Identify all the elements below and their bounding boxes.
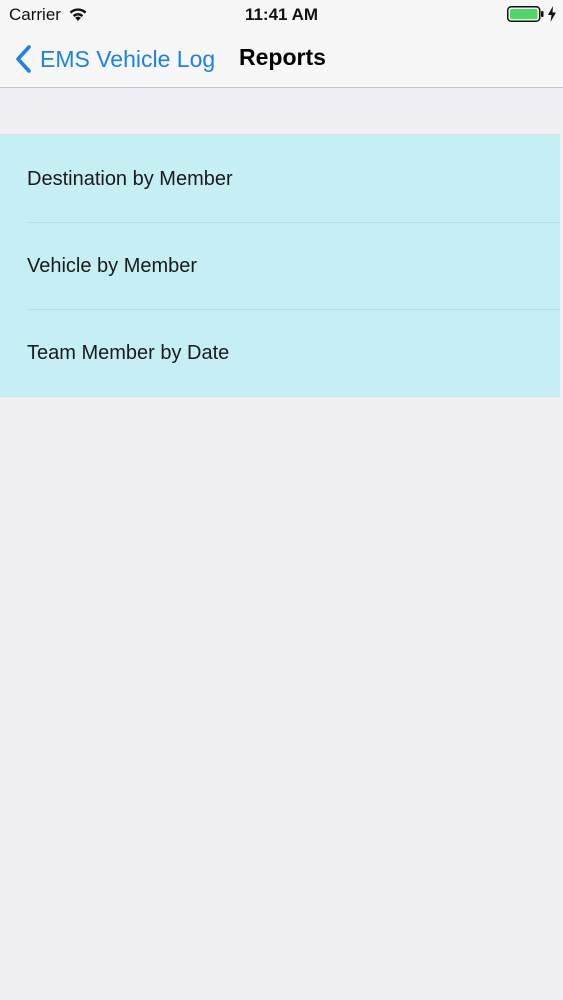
list-item-label: Destination by Member bbox=[27, 168, 233, 190]
back-button-label: EMS Vehicle Log bbox=[40, 45, 216, 72]
list-item-vehicle-by-member[interactable]: Vehicle by Member bbox=[0, 222, 560, 309]
navigation-bar: EMS Vehicle Log Reports bbox=[0, 30, 563, 88]
screen: Carrier 11:41 AM EMS Vehicle Log Reports… bbox=[0, 0, 563, 1000]
chevron-left-icon bbox=[16, 45, 31, 73]
list-item-destination-by-member[interactable]: Destination by Member bbox=[0, 135, 560, 222]
battery-icon bbox=[507, 6, 544, 22]
list-item-team-member-by-date[interactable]: Team Member by Date bbox=[0, 309, 560, 396]
page-title: Reports bbox=[239, 44, 326, 70]
status-bar: Carrier 11:41 AM bbox=[0, 0, 563, 30]
back-button[interactable]: EMS Vehicle Log bbox=[14, 42, 215, 76]
bolt-icon bbox=[548, 6, 556, 22]
status-time: 11:41 AM bbox=[244, 5, 319, 24]
reports-list: Destination by Member Vehicle by Member … bbox=[0, 134, 560, 397]
list-item-label: Vehicle by Member bbox=[27, 255, 198, 277]
list-item-label: Team Member by Date bbox=[27, 342, 230, 364]
